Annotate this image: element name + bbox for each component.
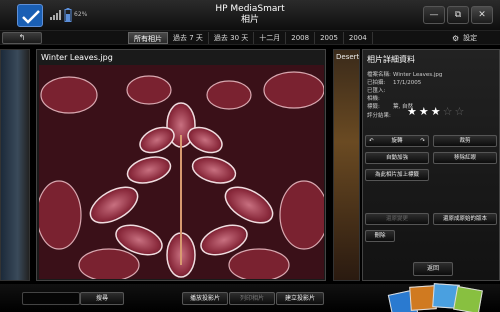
info-row-taken: 已拍攝: 17/1/2005 xyxy=(367,78,421,86)
star-empty-icon[interactable]: ☆ xyxy=(443,105,455,118)
minimize-button[interactable]: — xyxy=(423,6,445,24)
main-photo-frame: Winter Leaves.jpg xyxy=(36,49,326,281)
tab-2008[interactable]: 2008 xyxy=(286,32,316,44)
tab-last-30-days[interactable]: 過去 30 天 xyxy=(209,32,255,44)
window-controls: — ⧉ ✕ xyxy=(423,6,493,24)
tab-december[interactable]: 十二月 xyxy=(254,32,287,44)
info-row-camera: 相機: xyxy=(367,94,393,102)
search-button[interactable]: 搜尋 xyxy=(80,292,124,305)
remove-redeye-button[interactable]: 移除紅眼 xyxy=(433,152,497,164)
nav-bar: ↰ 所有相片 過去 7 天 過去 30 天 十二月 2008 2005 2004… xyxy=(0,30,500,45)
delete-button[interactable]: 刪除 xyxy=(365,230,395,242)
star-icon[interactable]: ★ xyxy=(407,105,419,118)
tab-2005[interactable]: 2005 xyxy=(315,32,344,44)
battery-icon xyxy=(64,8,72,22)
undo-changes-button[interactable]: 還原變更 xyxy=(365,213,429,225)
rotate-right-icon[interactable]: ↷ xyxy=(420,136,428,146)
back-button[interactable]: ↰ xyxy=(2,32,42,44)
info-row-filename: 檔案名稱: Winter Leaves.jpg xyxy=(367,70,442,78)
battery-percent: 62% xyxy=(74,11,88,18)
slideshow-button[interactable]: 播放投影片 xyxy=(182,292,228,305)
tab-2004[interactable]: 2004 xyxy=(344,32,373,44)
rotate-label: 旋轉 xyxy=(391,138,403,144)
star-icon[interactable]: ★ xyxy=(431,105,443,118)
settings-label: 設定 xyxy=(463,34,478,42)
app-name: HP MediaSmart xyxy=(215,4,285,14)
previous-photo[interactable] xyxy=(0,49,30,281)
search-input[interactable] xyxy=(22,292,80,305)
settings-button[interactable]: ⚙ 設定 xyxy=(452,32,477,44)
print-button[interactable]: 列印相片 xyxy=(229,292,275,305)
info-key: 評分結果: xyxy=(367,113,391,119)
next-photo-title: Desert xyxy=(336,53,360,61)
info-key: 已拍攝: xyxy=(367,80,386,86)
info-row-imported: 已匯入: xyxy=(367,86,393,94)
photo-title: Winter Leaves.jpg xyxy=(41,53,113,62)
add-tag-button[interactable]: 為此相片加上標籤 xyxy=(365,169,429,181)
date-filter-tabs: 所有相片 過去 7 天 過去 30 天 十二月 2008 2005 2004 xyxy=(128,32,373,44)
star-icon[interactable]: ★ xyxy=(419,105,431,118)
info-row-rating: 評分結果: xyxy=(367,111,393,119)
signal-strength-icon xyxy=(50,10,64,20)
close-button[interactable]: ✕ xyxy=(471,6,493,24)
details-title: 相片詳細資料 xyxy=(367,55,415,64)
back-to-gallery-button[interactable]: 返回 xyxy=(413,262,453,276)
photo-stack-icon xyxy=(385,282,500,312)
rotate-button[interactable]: ↶ 旋轉 ↷ xyxy=(365,135,429,147)
tab-last-7-days[interactable]: 過去 7 天 xyxy=(168,32,209,44)
auto-fix-button[interactable]: 自動加強 xyxy=(365,152,429,164)
app-section: 相片 xyxy=(240,15,259,25)
title-bar: 62% HP MediaSmart 相片 — ⧉ ✕ xyxy=(0,0,500,30)
info-key: 標籤: xyxy=(367,104,380,110)
info-key: 已匯入: xyxy=(367,88,386,94)
star-empty-icon[interactable]: ☆ xyxy=(455,105,467,118)
app-logo-icon[interactable] xyxy=(17,4,43,27)
app-title: HP MediaSmart 相片 xyxy=(190,4,310,26)
photo-image[interactable] xyxy=(39,65,324,279)
rotate-left-icon[interactable]: ↶ xyxy=(366,136,374,146)
photo-details-panel: 相片詳細資料 檔案名稱: Winter Leaves.jpg 已拍攝: 17/1/2… xyxy=(362,49,500,281)
tab-all-photos[interactable]: 所有相片 xyxy=(128,32,168,44)
restore-button[interactable]: ⧉ xyxy=(447,6,469,24)
next-photo[interactable]: Desert xyxy=(333,49,360,281)
thumbnail xyxy=(453,285,483,312)
info-key: 相機: xyxy=(367,96,380,102)
crop-button[interactable]: 裁剪 xyxy=(433,135,497,147)
info-key: 檔案名稱: xyxy=(367,72,391,78)
gear-icon: ⚙ xyxy=(452,33,460,43)
rating-stars[interactable]: ★★★☆☆ xyxy=(407,105,466,118)
restore-original-button[interactable]: 還原成原始的版本 xyxy=(433,213,497,225)
create-slideshow-button[interactable]: 建立投影片 xyxy=(276,292,324,305)
info-value: 17/1/2005 xyxy=(393,80,422,86)
